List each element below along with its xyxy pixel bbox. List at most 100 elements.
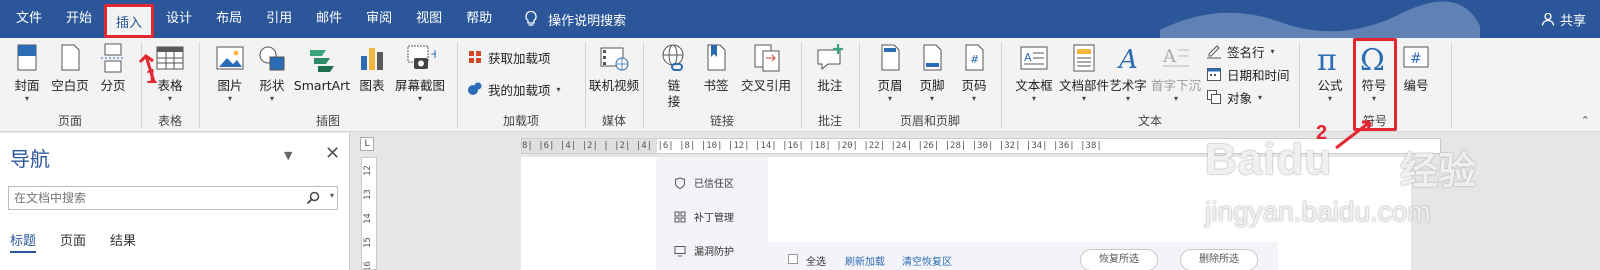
smartart-button[interactable]: SmartArt — [292, 42, 352, 94]
table-button[interactable]: 表格 ▾ — [154, 42, 186, 104]
link-button[interactable]: 链 接 — [658, 42, 690, 110]
header-button[interactable]: 页眉 ▾ — [874, 42, 906, 104]
close-icon[interactable]: ✕ — [325, 143, 340, 164]
signature-line-button[interactable]: 签名行 ▾ — [1206, 40, 1275, 62]
group-links-label: 链接 — [709, 114, 734, 128]
group-pages: 封面 ▾ 空白页 分页 页面 — [0, 38, 140, 132]
monitor-icon — [674, 245, 686, 256]
tab-review[interactable]: 审阅 — [354, 0, 404, 38]
wordart-button[interactable]: A 艺术字 ▾ — [1108, 42, 1148, 104]
ruler-tick: 16 — [363, 261, 373, 270]
bar-chart-icon — [361, 48, 383, 70]
group-addins: 获取加载项 我的加载项 ▾ 加载项 — [458, 38, 584, 132]
header-icon — [881, 44, 900, 71]
chevron-down-icon: ▾ — [1327, 94, 1332, 103]
restore-button: 恢复所选 — [1080, 249, 1158, 270]
group-media: 联机视频 媒体 — [586, 38, 642, 132]
page-number-button[interactable]: # 页码 ▾ — [958, 42, 990, 104]
comment-icon — [817, 44, 843, 71]
ruler-tick: 15 — [363, 237, 373, 248]
cross-reference-icon — [754, 44, 780, 72]
ribbon-insert: 封面 ▾ 空白页 分页 页面 表格 ▾ 表格 图片 ▾ 形状 ▾ SmartAr… — [0, 38, 1600, 132]
group-links: 链 接 书签 交叉引用 链接 — [644, 38, 800, 132]
object-button[interactable]: 对象 ▾ — [1206, 86, 1262, 108]
my-addins-button[interactable]: 我的加载项 ▾ — [467, 78, 561, 100]
svg-text:#: # — [970, 53, 979, 66]
screenshot-button[interactable]: + 屏幕截图 ▾ — [392, 42, 448, 104]
quick-parts-icon — [1073, 44, 1095, 72]
blank-page-icon — [61, 44, 80, 71]
nav-title: 导航 — [10, 147, 50, 171]
vertical-ruler[interactable]: 12 13 14 15 16 — [361, 157, 377, 270]
tab-file[interactable]: 文件 — [4, 0, 54, 38]
blank-page-button[interactable]: 空白页 — [48, 42, 92, 94]
drop-cap-button[interactable]: A 首字下沉 ▾ — [1150, 42, 1202, 104]
tab-home[interactable]: 开始 — [54, 0, 104, 38]
chevron-down-icon: ▾ — [227, 94, 232, 103]
tab-layout[interactable]: 布局 — [204, 0, 254, 38]
cover-page-icon — [17, 44, 37, 71]
side-item-vuln: 漏洞防护 — [674, 243, 734, 258]
chart-button[interactable]: 图表 — [356, 42, 388, 94]
tell-me-search[interactable]: 操作说明搜索 — [522, 10, 626, 29]
signature-icon — [1207, 45, 1221, 59]
tab-headings[interactable]: 标题 — [10, 230, 37, 253]
object-icon — [1207, 90, 1221, 104]
footer-button[interactable]: 页脚 ▾ — [916, 42, 948, 104]
step-number-1: 1 — [146, 66, 158, 88]
cover-page-button[interactable]: 封面 ▾ — [10, 42, 44, 104]
share-button[interactable]: 共享 — [1541, 0, 1586, 38]
word-window: 文件 开始 插入 设计 布局 引用 邮件 审阅 视图 帮助 操作说明搜索 共享 — [0, 0, 1600, 270]
comment-button[interactable]: 批注 — [814, 42, 846, 94]
get-addins-button[interactable]: 获取加载项 — [467, 46, 551, 68]
chevron-down-icon: ▾ — [887, 94, 892, 103]
nav-options-icon[interactable]: ▼ — [284, 149, 292, 162]
group-pages-label: 页面 — [57, 114, 82, 128]
shapes-button[interactable]: 形状 ▾ — [256, 42, 288, 104]
online-video-button[interactable]: 联机视频 — [586, 42, 642, 94]
footer-icon — [923, 44, 942, 71]
store-icon — [469, 51, 481, 63]
group-table-label: 表格 — [157, 114, 182, 128]
chevron-down-icon: ▾ — [1173, 94, 1178, 103]
collapse-ribbon-icon[interactable]: ⌃ — [1581, 114, 1590, 127]
group-text: A 文本框 ▾ 文档部件 ▾ A 艺术字 ▾ A 首字下沉 ▾ 签名行 ▾ 日期… — [1002, 38, 1298, 132]
date-time-button[interactable]: 日期和时间 — [1206, 63, 1290, 85]
textbox-button[interactable]: A 文本框 ▾ — [1012, 42, 1056, 104]
chevron-down-icon[interactable]: ▾ — [330, 191, 334, 200]
title-decoration — [1160, 1, 1480, 38]
wordart-icon: A — [1117, 45, 1138, 74]
tab-mailings[interactable]: 邮件 — [304, 0, 354, 38]
search-input[interactable] — [9, 191, 299, 205]
pi-icon: π — [1317, 43, 1337, 74]
symbol-highlight-box — [1353, 38, 1397, 131]
tab-view[interactable]: 视图 — [404, 0, 454, 38]
cross-reference-button[interactable]: 交叉引用 — [738, 42, 794, 94]
select-all-checkbox — [788, 254, 798, 264]
group-header-footer-label: 页眉和页脚 — [899, 114, 960, 128]
smartart-icon — [310, 50, 334, 72]
group-header-footer: 页眉 ▾ 页脚 ▾ # 页码 ▾ 页眉和页脚 — [860, 38, 1000, 132]
lightbulb-icon — [525, 10, 537, 26]
nav-search-box[interactable]: ▾ — [8, 186, 338, 210]
clear-link: 清空恢复区 — [902, 257, 952, 268]
tab-pages[interactable]: 页面 — [60, 230, 86, 253]
bookmark-button[interactable]: 书签 — [700, 42, 732, 94]
tab-insert[interactable]: 插入 — [104, 4, 155, 38]
drop-cap-icon: A — [1162, 46, 1189, 67]
picture-button[interactable]: 图片 ▾ — [214, 42, 246, 104]
tab-selector[interactable]: L — [360, 137, 374, 151]
tab-references[interactable]: 引用 — [254, 0, 304, 38]
equation-button[interactable]: π 公式 ▾ — [1314, 42, 1346, 104]
table-icon — [156, 46, 184, 70]
quick-parts-button[interactable]: 文档部件 ▾ — [1058, 42, 1110, 104]
search-icon[interactable] — [305, 190, 321, 206]
number-button[interactable]: # 编号 — [1400, 42, 1432, 94]
tab-help[interactable]: 帮助 — [454, 0, 504, 38]
tab-design[interactable]: 设计 — [154, 0, 204, 38]
page-break-icon — [101, 43, 125, 73]
page-break-button[interactable]: 分页 — [96, 42, 130, 94]
tab-results[interactable]: 结果 — [110, 230, 136, 253]
chevron-down-icon: ▾ — [1125, 94, 1130, 103]
bookmark-icon — [707, 44, 726, 71]
